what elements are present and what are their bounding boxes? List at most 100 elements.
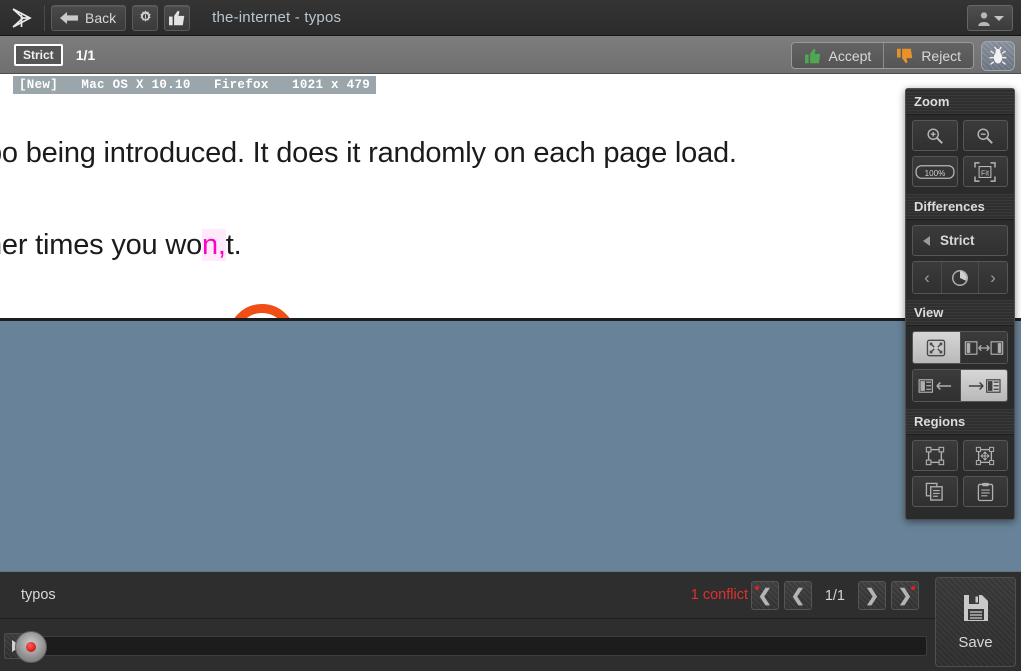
zoom-section-title: Zoom xyxy=(914,94,950,109)
refresh-icon xyxy=(952,269,968,286)
nav-last-icon: ❯ xyxy=(897,586,913,605)
scrubber-handle-center-icon xyxy=(26,642,36,652)
floppy-disk-icon xyxy=(963,594,988,621)
user-menu-button[interactable] xyxy=(967,5,1013,31)
accept-button[interactable]: Accept xyxy=(792,43,884,68)
applitools-test-manager-window: Back the-internet - typos Strict 1/1 Acc… xyxy=(0,0,1021,671)
step-counter: 1/1 xyxy=(75,46,96,63)
region-copy-button[interactable] xyxy=(912,476,958,507)
test-name-label: typos xyxy=(21,587,56,603)
gear-icon xyxy=(139,10,151,22)
nav-first-indicator-dot xyxy=(754,586,759,590)
diff-match-level-selector[interactable]: Strict xyxy=(912,225,1008,256)
content-line-2: her times you won,t. xyxy=(0,229,242,262)
region-paste-icon xyxy=(977,482,993,501)
view-section-title: View xyxy=(914,305,944,320)
title-bar: Back the-internet - typos xyxy=(0,0,1021,36)
diff-prev-button[interactable]: ‹ xyxy=(913,262,941,293)
step-nav-group: ❮ ❮ 1/1 ❯ ❯ xyxy=(750,581,919,610)
svg-text:100%: 100% xyxy=(924,168,945,177)
diff-refresh-button[interactable] xyxy=(941,262,979,293)
scrubber-handle[interactable] xyxy=(15,631,47,663)
bottom-bar-top: typos 1 conflict ❮ ❮ 1/1 ❯ ❯ xyxy=(0,572,935,619)
region-floating-button[interactable] xyxy=(962,440,1008,471)
regions-section-body xyxy=(906,435,1014,514)
accept-label: Accept xyxy=(828,47,872,64)
differences-section-body: Strict ‹ › xyxy=(906,220,1014,300)
scrubber-row xyxy=(0,620,935,671)
view-baseline-icon xyxy=(918,378,952,393)
toolbar-divider xyxy=(44,4,45,31)
zoom-out-button[interactable] xyxy=(962,120,1008,151)
reject-button[interactable]: Reject xyxy=(884,43,973,68)
region-paste-button[interactable] xyxy=(962,476,1008,507)
conflict-count-label: 1 conflict xyxy=(690,587,748,603)
thumbs-up-button[interactable] xyxy=(164,4,191,31)
region-ignore-button[interactable] xyxy=(912,440,958,471)
zoom-fit-button[interactable]: Fit xyxy=(962,156,1008,187)
nav-next-button[interactable]: ❯ xyxy=(858,581,886,610)
zoom-section-body: 100% Fit xyxy=(906,115,1014,194)
content-line-2-after: t. xyxy=(225,229,242,261)
svg-text:Fit: Fit xyxy=(981,168,989,177)
image-info-strip: [New] Mac OS X 10.10 Firefox 1021 x 479 xyxy=(0,74,1021,96)
chevron-right-icon: › xyxy=(990,268,996,287)
nav-prev-icon: ❮ xyxy=(790,586,805,605)
view-section-body xyxy=(906,326,1014,409)
zoom-100-icon: 100% xyxy=(915,164,955,179)
view-checkpoint-button[interactable] xyxy=(959,370,1007,401)
content-line-2-before: her times you wo xyxy=(0,229,202,261)
applitools-eyes-logo xyxy=(0,0,44,36)
chevron-down-icon xyxy=(993,15,1004,21)
back-arrow-icon xyxy=(60,11,78,24)
save-button-label: Save xyxy=(958,633,993,651)
zoom-100-button[interactable]: 100% xyxy=(912,156,958,187)
region-copy-icon xyxy=(926,482,944,501)
image-info-text: [New] Mac OS X 10.10 Firefox 1021 x 479 xyxy=(13,76,377,94)
bottom-bar: typos 1 conflict ❮ ❮ 1/1 ❯ ❯ Save xyxy=(0,571,1021,671)
diff-match-level-label: Strict xyxy=(940,233,975,248)
view-mode-row-2 xyxy=(912,369,1008,402)
settings-button[interactable] xyxy=(132,4,159,31)
view-overlay-button[interactable] xyxy=(913,332,960,363)
zoom-out-icon xyxy=(977,127,994,144)
screenshot-viewport[interactable]: po being introduced. It does it randomly… xyxy=(0,96,1021,320)
save-button[interactable]: Save xyxy=(935,577,1016,667)
differences-section-header: Differences xyxy=(906,194,1014,220)
region-floating-icon xyxy=(976,446,995,465)
nav-last-indicator-dot xyxy=(911,586,915,590)
back-button[interactable]: Back xyxy=(51,4,127,31)
nav-first-button[interactable]: ❮ xyxy=(750,581,779,610)
diff-nav-group: ‹ › xyxy=(912,261,1008,294)
zoom-in-icon xyxy=(927,127,943,144)
region-ignore-icon xyxy=(925,446,944,465)
regions-section-header: Regions xyxy=(906,409,1014,435)
match-level-chip[interactable]: Strict xyxy=(14,43,63,66)
nav-prev-button[interactable]: ❮ xyxy=(783,581,812,610)
step-nav-counter: 1/1 xyxy=(824,587,845,604)
view-overlay-icon xyxy=(927,339,946,356)
triangle-left-icon xyxy=(923,235,930,246)
view-side-by-side-button[interactable] xyxy=(959,332,1007,363)
view-side-by-side-icon xyxy=(964,340,1003,355)
regions-section-title: Regions xyxy=(914,414,966,429)
bug-report-button[interactable] xyxy=(981,41,1015,71)
nav-last-button[interactable]: ❯ xyxy=(891,581,919,610)
zoom-fit-icon: Fit xyxy=(974,161,996,182)
reject-label: Reject xyxy=(921,47,961,64)
back-button-label: Back xyxy=(85,9,117,26)
diff-highlight: n, xyxy=(202,229,226,261)
nav-first-icon: ❮ xyxy=(757,586,772,605)
content-line-1: po being introduced. It does it randomly… xyxy=(0,137,737,169)
user-avatar-icon xyxy=(977,11,990,26)
status-toolbar: Strict 1/1 Accept Reject xyxy=(0,36,1021,74)
viewport-bottom-edge xyxy=(0,318,1021,321)
zoom-in-button[interactable] xyxy=(912,120,958,151)
view-baseline-button[interactable] xyxy=(913,370,960,401)
diff-next-button[interactable]: › xyxy=(979,262,1007,293)
differences-section-title: Differences xyxy=(914,199,985,214)
tools-panel: Zoom 100% Fit Differences Strict ‹ › Vie… xyxy=(905,88,1015,520)
scrubber-track[interactable] xyxy=(15,631,927,663)
zoom-section-header: Zoom xyxy=(906,89,1014,115)
nav-next-icon: ❯ xyxy=(864,586,880,605)
